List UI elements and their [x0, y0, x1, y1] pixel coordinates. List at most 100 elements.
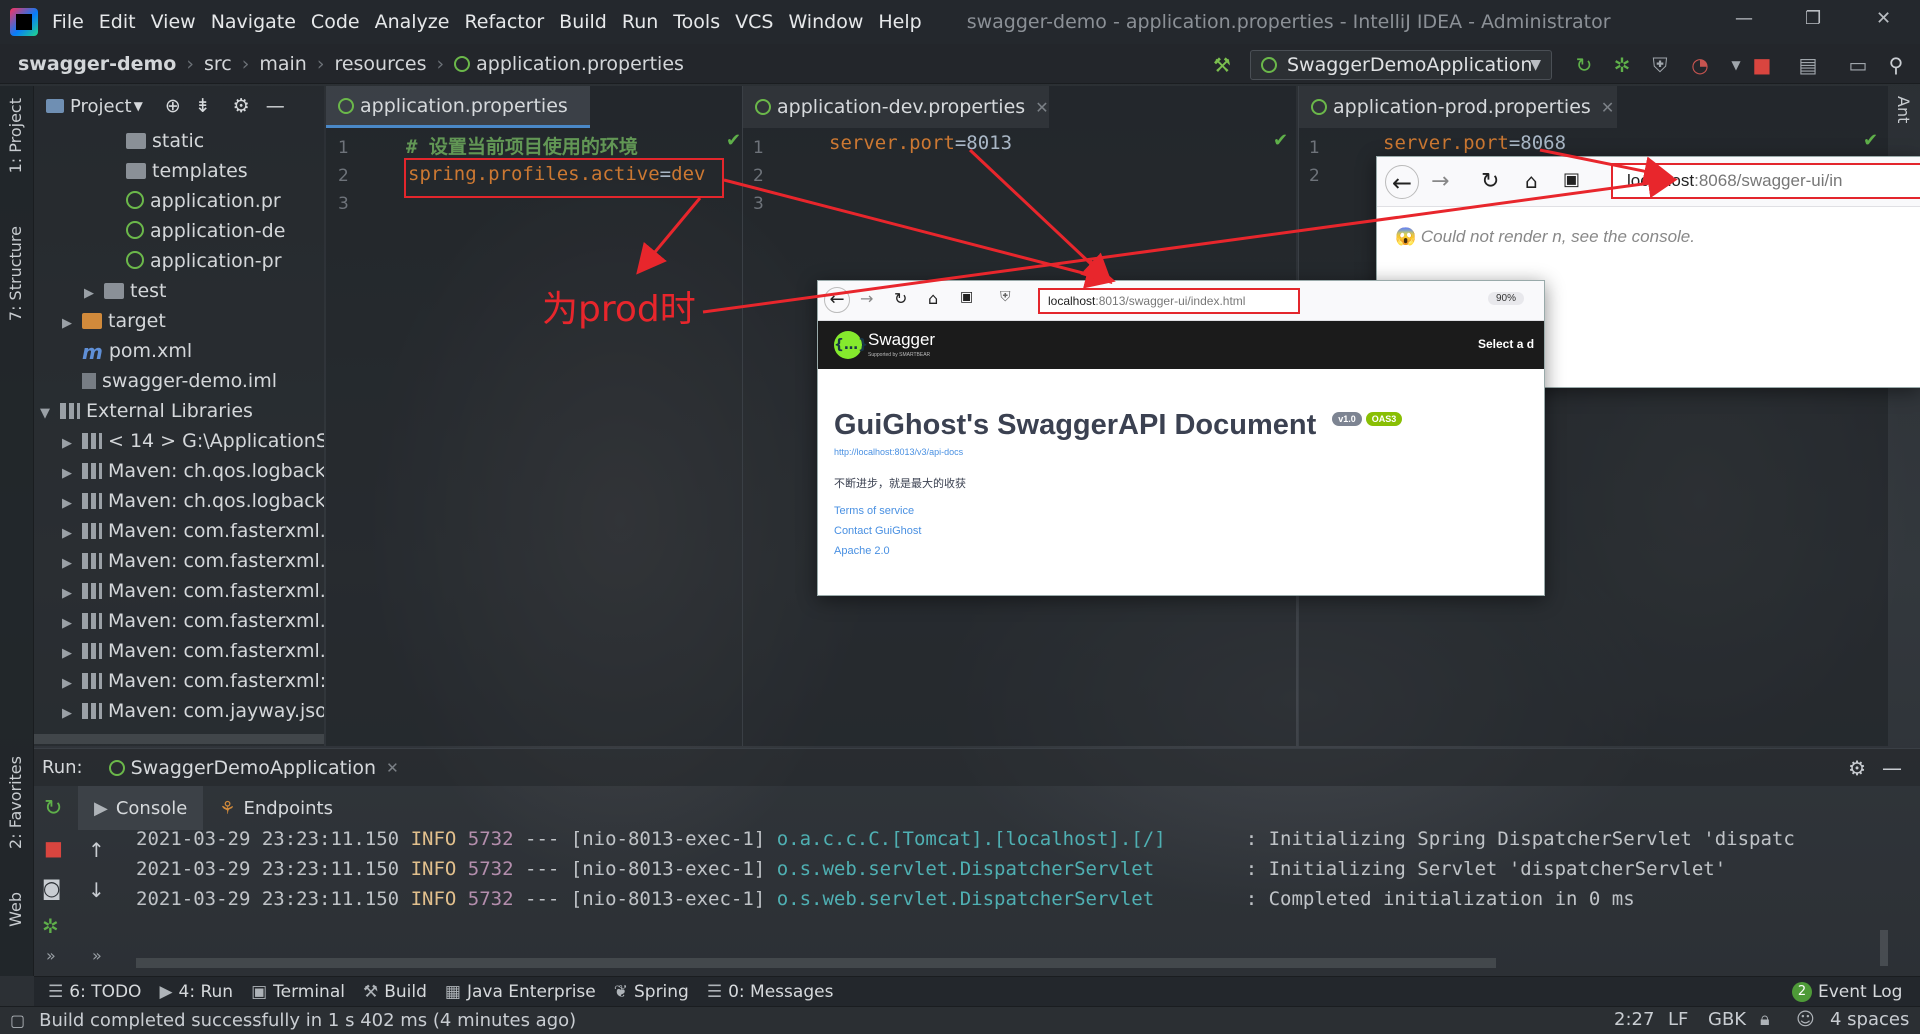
tool-window-button[interactable]: ▦ Java Enterprise: [445, 982, 596, 1002]
forward-icon[interactable]: →: [860, 289, 873, 308]
tool-tab-web[interactable]: Web: [6, 892, 25, 927]
lock-icon[interactable]: 🔒︎: [1760, 1006, 1770, 1034]
chevron-right-icon[interactable]: ▶: [62, 669, 82, 699]
chevron-right-icon[interactable]: ▶: [62, 309, 82, 339]
tree-item[interactable]: ▶ test: [84, 276, 167, 306]
tool-window-button[interactable]: ▶ 4: Run: [159, 982, 233, 1002]
tree-item[interactable]: ▶ < 14 > G:\ApplicationS: [62, 426, 324, 456]
back-icon[interactable]: ←: [824, 287, 850, 313]
breadcrumb-main[interactable]: main: [259, 53, 306, 75]
run-configuration-select[interactable]: SwaggerDemoApplication ▼: [1250, 50, 1552, 80]
definition-select-label[interactable]: Select a d: [1478, 337, 1534, 351]
tree-item[interactable]: ▶ Maven: com.fasterxml:cl: [62, 666, 324, 696]
forward-icon[interactable]: →: [1431, 169, 1449, 194]
contact-link[interactable]: Contact GuiGhost: [834, 525, 921, 537]
horizontal-scrollbar[interactable]: [136, 958, 1496, 968]
profiler-dropdown-icon[interactable]: ▼: [1724, 53, 1748, 77]
chevron-right-icon[interactable]: ▶: [62, 519, 82, 549]
locate-icon[interactable]: ⊕: [165, 95, 181, 117]
code-line-server-port[interactable]: server.port=8068: [1383, 132, 1566, 154]
breadcrumb-project[interactable]: swagger-demo: [18, 53, 176, 75]
terms-of-service-link[interactable]: Terms of service: [834, 505, 914, 517]
code-line-server-port[interactable]: server.port=8013: [829, 132, 1012, 154]
more-actions-icon[interactable]: »: [92, 946, 102, 965]
file-encoding[interactable]: GBK: [1708, 1006, 1746, 1034]
vertical-scrollbar[interactable]: [1880, 930, 1888, 966]
tree-item[interactable]: ▶ Maven: ch.qos.logback:l: [62, 486, 324, 516]
tree-item[interactable]: ▶ Maven: ch.qos.logback:l: [62, 456, 324, 486]
tree-item[interactable]: ▶ Maven: com.fasterxml.ja: [62, 546, 324, 576]
chevron-down-icon[interactable]: ▼: [134, 99, 143, 113]
status-toggle-icon[interactable]: ▢: [10, 1011, 25, 1030]
tree-item[interactable]: ▶ Maven: com.fasterxml.ja: [62, 516, 324, 546]
tree-item[interactable]: application-pr: [106, 246, 282, 276]
horizontal-scrollbar[interactable]: [34, 734, 324, 744]
tool-tab-structure[interactable]: 7: Structure: [6, 226, 25, 321]
project-structure-icon[interactable]: ▤: [1796, 53, 1820, 77]
event-log-button[interactable]: 2 Event Log: [1792, 981, 1902, 1002]
api-docs-link[interactable]: http://localhost:8013/v3/api-docs: [834, 447, 963, 457]
tree-item[interactable]: static: [106, 126, 204, 156]
breadcrumb-resources[interactable]: resources: [334, 53, 426, 75]
close-icon[interactable]: ✕: [1876, 8, 1891, 29]
tab-application-prod[interactable]: application-prod.properties ✕: [1299, 86, 1617, 128]
project-view-label[interactable]: Project: [70, 96, 132, 117]
tool-window-button[interactable]: ▣ Terminal: [251, 982, 345, 1002]
hide-panel-icon[interactable]: —: [1882, 756, 1902, 780]
tool-window-button[interactable]: ☰ 6: TODO: [48, 982, 141, 1002]
log-line[interactable]: 2021-03-29 23:23:11.150 INFO 5732 --- [n…: [136, 884, 1635, 914]
pocket-icon[interactable]: ▣: [960, 289, 973, 305]
chevron-right-icon[interactable]: ▶: [62, 639, 82, 669]
license-link[interactable]: Apache 2.0: [834, 545, 890, 557]
tool-window-button[interactable]: ☰ 0: Messages: [707, 982, 834, 1002]
menu-refactor[interactable]: Refactor: [464, 11, 544, 33]
reload-icon[interactable]: ↻: [894, 289, 907, 308]
tree-item[interactable]: ▶ target: [62, 306, 166, 336]
close-tab-icon[interactable]: ✕: [1601, 98, 1614, 117]
menu-navigate[interactable]: Navigate: [211, 11, 296, 33]
log-line[interactable]: 2021-03-29 23:23:11.150 INFO 5732 --- [n…: [136, 824, 1795, 854]
tool-tab-favorites[interactable]: 2: Favorites: [6, 756, 25, 849]
tool-window-button[interactable]: ⚒ Build: [363, 982, 427, 1002]
menu-build[interactable]: Build: [559, 11, 607, 33]
menu-edit[interactable]: Edit: [99, 11, 136, 33]
tree-item[interactable]: ▼ External Libraries: [40, 396, 253, 426]
screenshot-icon[interactable]: ◙: [42, 876, 61, 900]
tab-application-properties[interactable]: application.properties: [326, 86, 590, 128]
tree-item[interactable]: ▶ Maven: com.fasterxml.ja: [62, 606, 324, 636]
menu-run[interactable]: Run: [622, 11, 658, 33]
address-bar[interactable]: localhost:8068/swagger-ui/in: [1611, 163, 1920, 199]
gear-icon[interactable]: ⚙: [233, 95, 250, 117]
debug-icon[interactable]: ✲: [42, 914, 59, 938]
code-line-comment[interactable]: # 设置当前项目使用的环境: [406, 132, 638, 159]
home-icon[interactable]: ⌂: [1525, 169, 1538, 193]
build-hammer-icon[interactable]: ⚒: [1210, 53, 1234, 77]
zoom-level[interactable]: 90%: [1488, 292, 1525, 305]
chevron-right-icon[interactable]: ▶: [62, 459, 82, 489]
terminal-toolbar-icon[interactable]: ▭: [1846, 53, 1870, 77]
tab-application-dev[interactable]: application-dev.properties ✕: [743, 86, 1049, 128]
tool-window-button[interactable]: ❦ Spring: [614, 982, 689, 1002]
inspector-icon[interactable]: ☺: [1796, 1006, 1815, 1034]
menu-file[interactable]: File: [52, 11, 84, 33]
collapse-all-icon[interactable]: ⇟: [195, 95, 211, 117]
pocket-icon[interactable]: ▣: [1563, 169, 1580, 190]
home-icon[interactable]: ⌂: [928, 289, 938, 308]
back-icon[interactable]: ←: [1385, 165, 1419, 199]
tree-item[interactable]: application-de: [106, 216, 285, 246]
menu-vcs[interactable]: VCS: [735, 11, 773, 33]
indent-setting[interactable]: 4 spaces: [1830, 1006, 1909, 1034]
chevron-right-icon[interactable]: ▶: [62, 579, 82, 609]
more-actions-icon[interactable]: »: [46, 946, 56, 965]
tool-tab-project[interactable]: 1: Project: [6, 98, 25, 173]
chevron-right-icon[interactable]: ▶: [62, 609, 82, 639]
stop-icon[interactable]: ■: [1750, 53, 1774, 77]
tree-item[interactable]: ▶ Maven: com.fasterxml.ja: [62, 576, 324, 606]
chevron-right-icon[interactable]: ▶: [62, 549, 82, 579]
scroll-down-icon[interactable]: ↓: [88, 878, 105, 902]
address-bar[interactable]: localhost:8013/swagger-ui/index.html: [1038, 288, 1300, 314]
breadcrumb-src[interactable]: src: [204, 53, 232, 75]
tree-item[interactable]: ▶ Maven: com.fasterxml.ja: [62, 636, 324, 666]
chevron-right-icon[interactable]: ▶: [62, 429, 82, 459]
chevron-down-icon[interactable]: ▼: [40, 399, 60, 429]
